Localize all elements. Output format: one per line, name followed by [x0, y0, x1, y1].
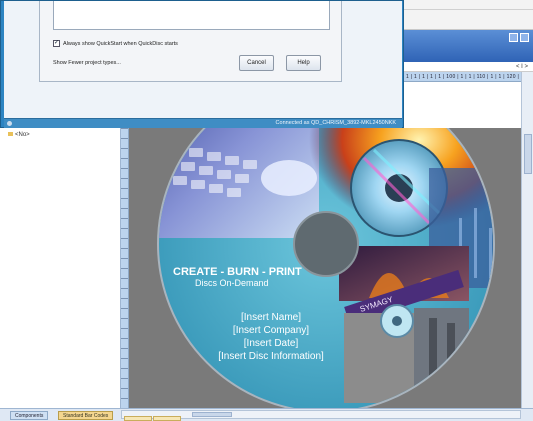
view-nav[interactable]: < I > [404, 62, 533, 72]
always-show-row[interactable]: ✓ Always show QuickStart when QuickDisc … [53, 40, 178, 47]
page-tab[interactable] [153, 416, 181, 421]
barcodes-tab[interactable]: Standard Bar Codes [58, 411, 114, 420]
scroll-thumb[interactable] [192, 412, 232, 417]
help-button[interactable]: Help [286, 55, 321, 71]
headline-text: CREATE - BURN - PRINT [173, 266, 302, 278]
always-show-checkbox[interactable]: ✓ [53, 40, 60, 47]
insert-company-field[interactable]: [Insert Company] [233, 325, 309, 336]
status-bar: Connected as QD_CHRISM_3892-MKL2450NKK [4, 118, 402, 128]
components-panel: <No> [0, 128, 121, 421]
dialog-panel: ✓ Always show QuickStart when QuickDisc … [39, 1, 342, 82]
tree-item[interactable]: <No> [8, 132, 30, 138]
quickstart-dialog: ✓ Always show QuickStart when QuickDisc … [0, 0, 404, 128]
menu-strip [404, 0, 533, 30]
insert-date-field[interactable]: [Insert Date] [244, 338, 299, 349]
page-tabs [124, 416, 181, 421]
horizontal-ruler: 1 | 1 | 1 | 1 | 1 | 100 | 1 | 1 | 110 | … [404, 72, 533, 82]
page-tab[interactable] [124, 416, 152, 421]
connection-icon [7, 121, 12, 126]
cancel-button[interactable]: Cancel [239, 55, 274, 71]
connection-status: Connected as QD_CHRISM_3892-MKL2450NKK [275, 120, 396, 126]
always-show-label: Always show QuickStart when QuickDisc st… [63, 40, 178, 47]
building-image [414, 308, 469, 398]
window-controls [509, 33, 529, 42]
insert-name-field[interactable]: [Insert Name] [241, 312, 301, 323]
project-types-list[interactable] [53, 1, 330, 30]
dialog-body: ✓ Always show QuickStart when QuickDisc … [4, 1, 402, 118]
restore-icon[interactable] [509, 33, 518, 42]
components-tab[interactable]: Components [10, 411, 49, 420]
tree-item-label: <No> [15, 132, 30, 138]
horizontal-scrollbar[interactable] [121, 410, 521, 419]
insert-disc-info-field[interactable]: [Insert Disc Information] [218, 351, 324, 362]
subline-text: Discs On-Demand [195, 278, 269, 288]
folder-icon [8, 132, 13, 136]
disc-hub [293, 211, 359, 277]
disc-label-artwork[interactable]: SYMAGY CREATE - BURN - PRINT Discs On-De… [129, 128, 521, 408]
close-icon[interactable] [520, 33, 529, 42]
scroll-thumb[interactable] [524, 134, 532, 174]
show-fewer-link[interactable]: Show Fewer project types... [53, 60, 121, 66]
vertical-ruler [121, 128, 129, 408]
vertical-scrollbar[interactable] [521, 72, 533, 408]
app-window: < I > 1 | 1 | 1 | 1 | 1 | 100 | 1 | 1 | … [0, 0, 533, 421]
ribbon-bar [404, 30, 533, 62]
